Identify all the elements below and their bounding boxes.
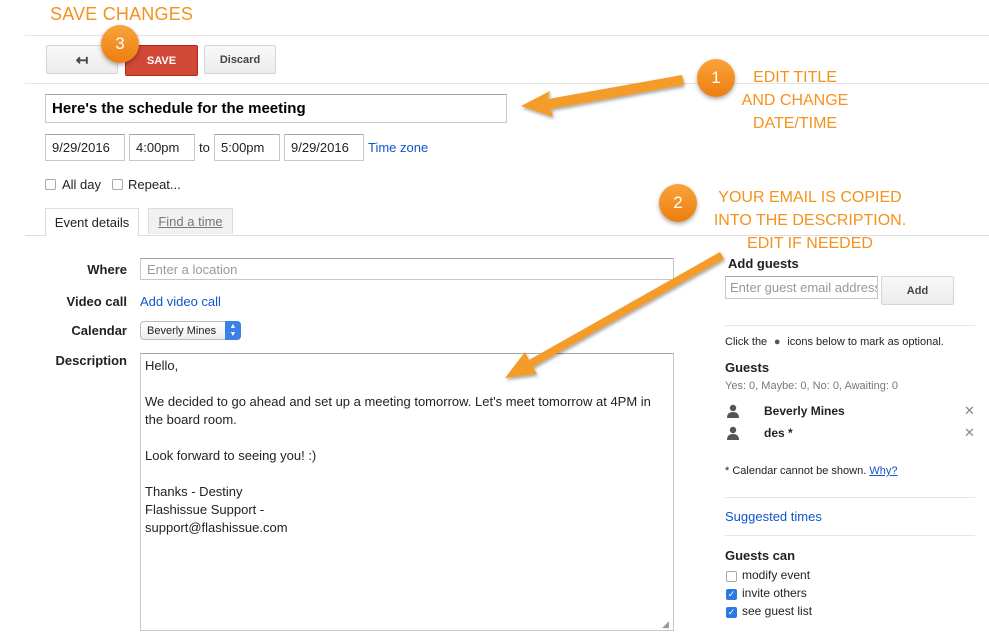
annotation-arrow-2 — [505, 252, 724, 378]
tab-event-details[interactable]: Event details — [45, 208, 139, 236]
tab-event-details-label: Event details — [54, 215, 130, 230]
annotation-step-2-text: YOUR EMAIL IS COPIED INTO THE DESCRIPTIO… — [700, 186, 920, 255]
annotation-line: EDIT TITLE — [753, 69, 837, 86]
annotation-line: EDIT IF NEEDED — [747, 235, 873, 252]
annotation-line: DATE/TIME — [752, 115, 838, 132]
annotation-line: INTO THE DESCRIPTION. — [713, 212, 907, 229]
annotation-step-1-text: EDIT TITLE AND CHANGE DATE/TIME — [725, 66, 865, 135]
annotation-line: AND CHANGE — [741, 92, 849, 109]
annotation-line: YOUR EMAIL IS COPIED — [718, 189, 902, 206]
annotation-step-2-badge: 2 — [659, 184, 697, 222]
annotation-step-1-number: 1 — [711, 68, 721, 87]
annotation-step-2-number: 2 — [673, 193, 683, 212]
annotation-arrow-1 — [521, 75, 684, 117]
